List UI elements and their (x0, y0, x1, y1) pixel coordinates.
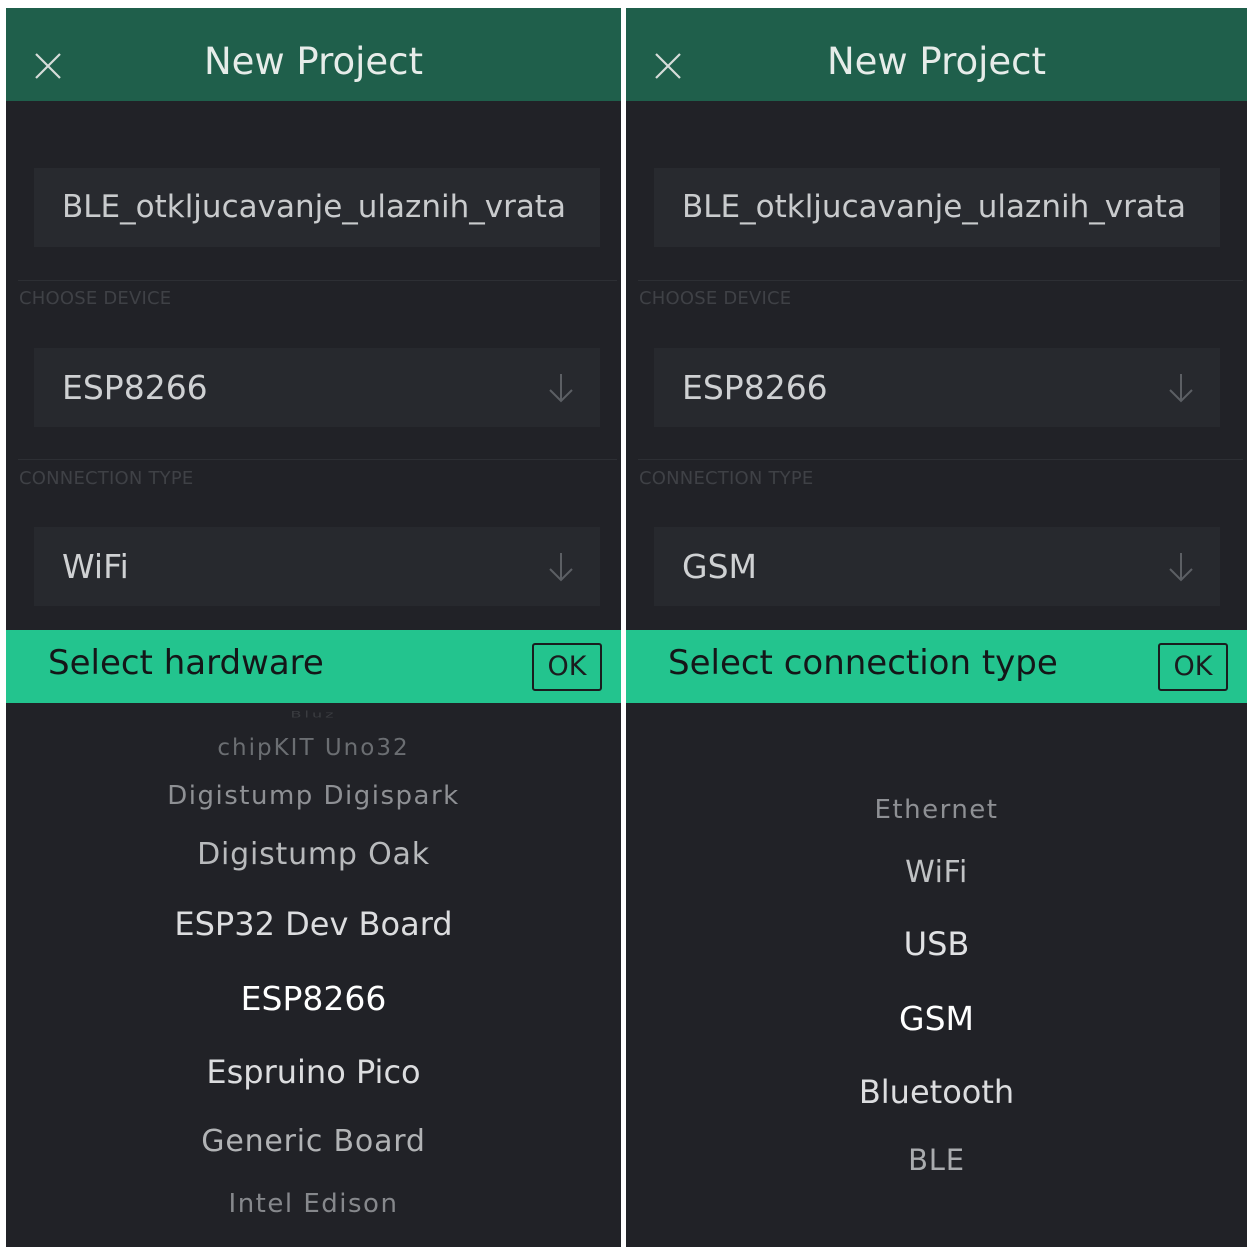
connection-picker-wheel[interactable]: Ethernet WiFi USB GSM Bluetooth BLE (626, 703, 1247, 1247)
picker-option[interactable]: Bluetooth (626, 1073, 1247, 1111)
arrow-down-icon (1166, 372, 1196, 404)
ok-button[interactable]: OK (1158, 643, 1228, 691)
app-header: New Project (626, 8, 1247, 101)
picker-toolbar: Select connection type OK (626, 630, 1247, 703)
picker-option[interactable]: BLE (626, 1143, 1247, 1177)
arrow-down-icon (546, 551, 576, 583)
project-name-input[interactable]: BLE_otkljucavanje_ulaznih_vrata (34, 168, 600, 247)
device-select[interactable]: ESP8266 (654, 348, 1220, 427)
picker-option[interactable]: Espruino Pico (6, 1053, 621, 1091)
connection-select[interactable]: GSM (654, 527, 1220, 606)
picker-option[interactable]: Bluz (6, 709, 621, 719)
divider (18, 280, 617, 281)
choose-device-label: CHOOSE DEVICE (19, 288, 172, 309)
picker-option-selected[interactable]: ESP8266 (6, 979, 621, 1018)
picker-option-selected[interactable]: GSM (626, 999, 1247, 1038)
divider (638, 459, 1243, 460)
connection-value: GSM (682, 547, 757, 586)
picker-title: Select hardware (48, 643, 324, 683)
device-select[interactable]: ESP8266 (34, 348, 600, 427)
device-value: ESP8266 (682, 368, 828, 407)
picker-option[interactable]: Digistump Oak (6, 837, 621, 872)
picker-option[interactable]: chipKIT Uno32 (6, 735, 621, 761)
picker-toolbar: Select hardware OK (6, 630, 621, 703)
connection-select[interactable]: WiFi (34, 527, 600, 606)
choose-device-label: CHOOSE DEVICE (639, 288, 792, 309)
picker-option[interactable]: Digistump Digispark (6, 781, 621, 811)
device-value: ESP8266 (62, 368, 208, 407)
picker-title: Select connection type (668, 643, 1058, 683)
left-screen: New Project BLE_otkljucavanje_ulaznih_vr… (6, 8, 621, 1247)
ok-button[interactable]: OK (532, 643, 602, 691)
arrow-down-icon (1166, 551, 1196, 583)
connection-type-label: CONNECTION TYPE (19, 468, 194, 489)
arrow-down-icon (546, 372, 576, 404)
right-screen: New Project BLE_otkljucavanje_ulaznih_vr… (626, 8, 1247, 1247)
connection-value: WiFi (62, 547, 129, 586)
picker-option[interactable]: Generic Board (6, 1124, 621, 1159)
page-title: New Project (203, 40, 424, 83)
divider (18, 459, 617, 460)
project-name-input[interactable]: BLE_otkljucavanje_ulaznih_vrata (654, 168, 1220, 247)
picker-option[interactable]: Ethernet (626, 795, 1247, 825)
hardware-picker-wheel[interactable]: Bluz chipKIT Uno32 Digistump Digispark D… (6, 703, 621, 1247)
app-header: New Project (6, 8, 621, 101)
page-title: New Project (826, 40, 1047, 83)
connection-type-label: CONNECTION TYPE (639, 468, 814, 489)
picker-option[interactable]: USB (626, 925, 1247, 963)
divider (638, 280, 1243, 281)
picker-option[interactable]: ESP32 Dev Board (6, 905, 621, 943)
picker-option[interactable]: Intel Edison (6, 1189, 621, 1219)
picker-option[interactable]: WiFi (626, 855, 1247, 890)
